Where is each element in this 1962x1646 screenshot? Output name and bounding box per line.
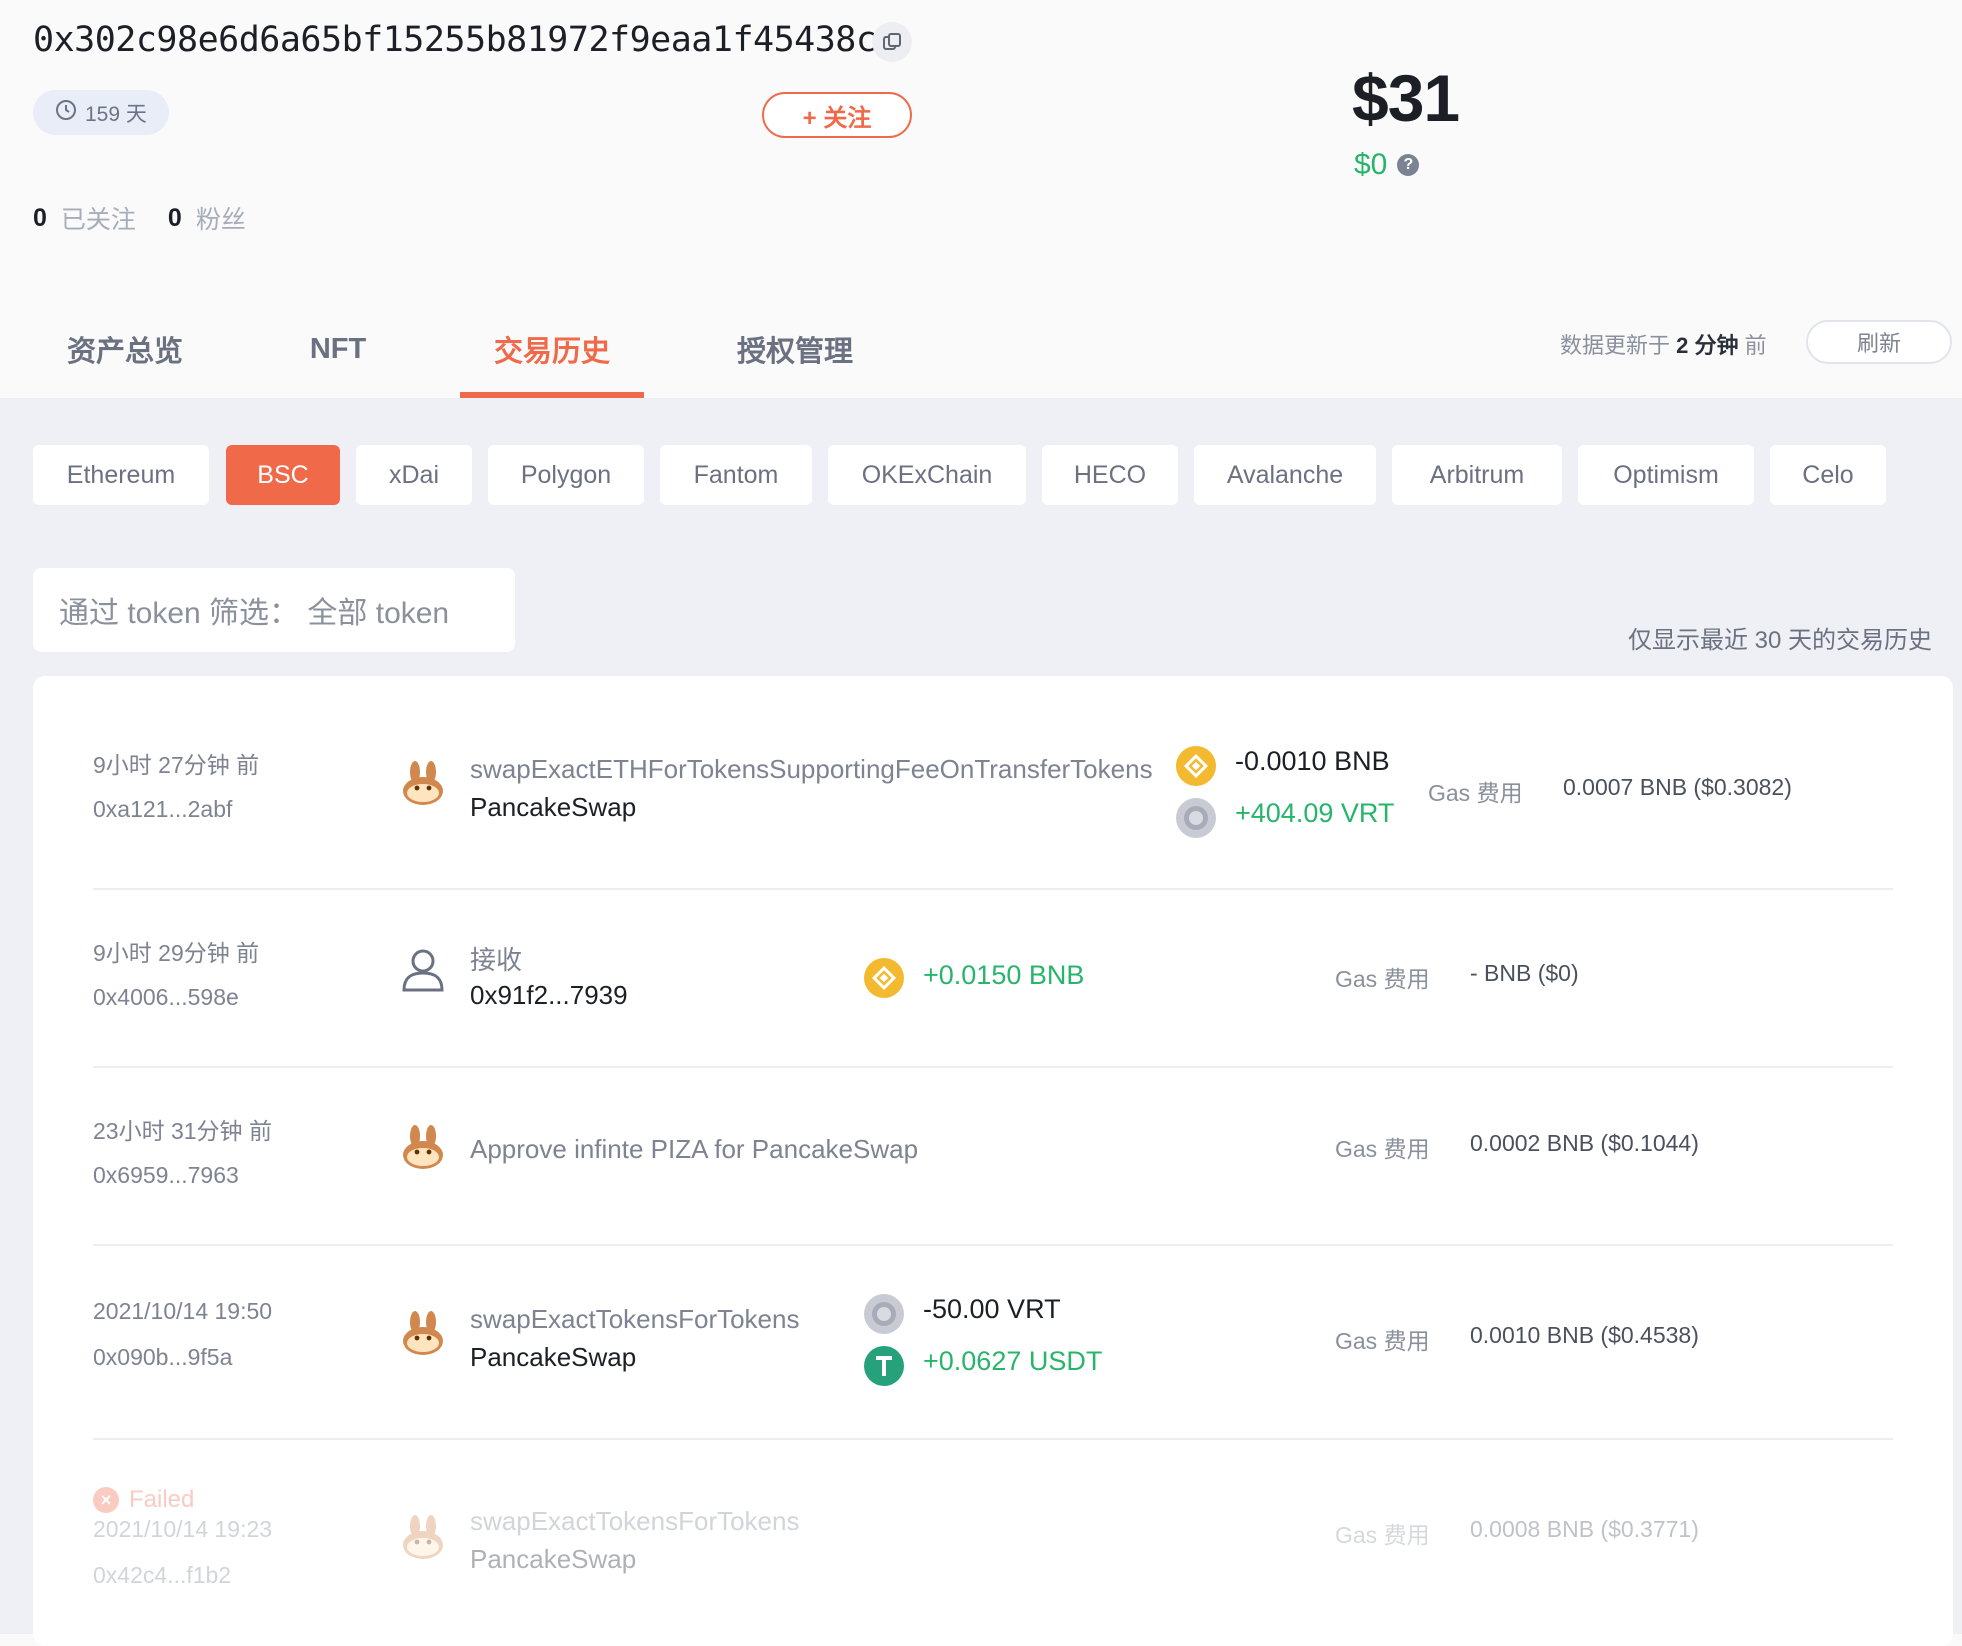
tx-hash[interactable]: 0x090b...9f5a	[93, 1344, 232, 1371]
last-updated-prefix: 数据更新于	[1560, 333, 1671, 358]
chain-fantom[interactable]: Fantom	[660, 445, 812, 505]
refresh-button[interactable]: 刷新	[1806, 320, 1952, 364]
pancakeswap-icon	[398, 1122, 448, 1172]
tx-time: 9小时 29分钟 前	[93, 940, 260, 966]
following-label[interactable]: 已关注	[61, 200, 136, 236]
tx-method: swapExactTokensForTokens	[470, 1304, 800, 1334]
wallet-age-badge: 159 天	[33, 90, 169, 135]
gas-value: - BNB ($0)	[1470, 960, 1579, 986]
wallet-age-text: 159 天	[85, 102, 147, 126]
tab-assets[interactable]: 资产总览	[62, 300, 188, 398]
tx-amount: +404.09 VRT	[1235, 798, 1395, 828]
tx-time: 23小时 31分钟 前	[93, 1118, 272, 1144]
chain-optimism[interactable]: Optimism	[1578, 445, 1754, 505]
follow-stats: 0 已关注 0 粉丝	[33, 200, 264, 236]
row-divider	[93, 1438, 1893, 1440]
tx-method: swapExactTokensForTokens	[470, 1506, 800, 1536]
gas-label: Gas 费用	[1335, 1328, 1430, 1354]
following-count[interactable]: 0	[33, 204, 47, 233]
gas-label: Gas 费用	[1428, 780, 1523, 806]
bnb-icon	[1176, 746, 1216, 786]
tx-status-text: Failed	[129, 1486, 195, 1513]
profile-header: 0x302c98e6d6a65bf15255b81972f9eaa1f45438…	[0, 0, 1962, 398]
row-divider	[93, 888, 1893, 890]
chain-heco[interactable]: HECO	[1042, 445, 1178, 505]
tab-approvals[interactable]: 授权管理	[730, 300, 860, 398]
error-icon: ×	[93, 1487, 119, 1513]
bnb-icon	[864, 958, 904, 998]
tx-amount: +0.0627 USDT	[923, 1346, 1103, 1376]
gas-label: Gas 费用	[1335, 1136, 1430, 1162]
chain-ethereum[interactable]: Ethereum	[33, 445, 209, 505]
tx-method: swapExactETHForTokensSupportingFeeOnTran…	[470, 754, 1153, 784]
history-range-note: 仅显示最近 30 天的交易历史	[1628, 627, 1933, 654]
tx-status-failed: × Failed	[93, 1486, 194, 1514]
last-updated-value: 2 分钟	[1676, 333, 1739, 358]
chain-arbitrum[interactable]: Arbitrum	[1392, 445, 1562, 505]
tx-amount: -0.0010 BNB	[1235, 746, 1390, 776]
tab-history[interactable]: 交易历史	[460, 300, 644, 398]
balance-change: $0 ?	[1354, 148, 1420, 182]
vrt-icon	[864, 1294, 904, 1334]
tx-time: 9小时 27分钟 前	[93, 752, 260, 778]
follow-button[interactable]: + 关注	[762, 92, 912, 138]
user-icon	[398, 944, 448, 994]
tx-hash[interactable]: 0x6959...7963	[93, 1162, 239, 1189]
token-filter[interactable]: 通过 token 筛选： 全部 token	[33, 568, 515, 652]
chain-okexchain[interactable]: OKExChain	[828, 445, 1026, 505]
row-divider	[93, 1066, 1893, 1068]
tx-protocol: PancakeSwap	[470, 792, 637, 822]
help-icon[interactable]: ?	[1397, 154, 1420, 176]
balance-change-value: $0	[1354, 148, 1388, 181]
transaction-list: 9小时 27分钟 前 0xa121...2abf swapExactETHFor…	[33, 676, 1953, 1646]
tx-protocol: PancakeSwap	[470, 1342, 637, 1372]
gas-value: 0.0008 BNB ($0.3771)	[1470, 1516, 1699, 1542]
row-divider	[93, 1244, 1893, 1246]
tx-amount: -50.00 VRT	[923, 1294, 1061, 1324]
tx-method: 接收	[470, 945, 523, 975]
pancakeswap-icon	[398, 1512, 448, 1562]
gas-value: 0.0007 BNB ($0.3082)	[1563, 774, 1792, 800]
gas-label: Gas 费用	[1335, 966, 1430, 992]
gas-value: 0.0010 BNB ($0.4538)	[1470, 1322, 1699, 1348]
tab-nft[interactable]: NFT	[300, 300, 376, 398]
tx-hash[interactable]: 0xa121...2abf	[93, 796, 232, 823]
gas-value: 0.0002 BNB ($0.1044)	[1470, 1130, 1699, 1156]
chain-bsc[interactable]: BSC	[226, 445, 340, 505]
tx-method: Approve infinte PIZA for PancakeSwap	[470, 1134, 919, 1164]
tx-protocol: PancakeSwap	[470, 1544, 637, 1574]
followers-label[interactable]: 粉丝	[196, 200, 246, 236]
chain-celo[interactable]: Celo	[1770, 445, 1886, 505]
chain-avalanche[interactable]: Avalanche	[1194, 445, 1376, 505]
tx-counterparty[interactable]: 0x91f2...7939	[470, 980, 628, 1011]
tx-time: 2021/10/14 19:23	[93, 1516, 273, 1542]
chain-polygon[interactable]: Polygon	[488, 445, 644, 505]
tx-hash[interactable]: 0x42c4...f1b2	[93, 1562, 231, 1589]
pancakeswap-icon	[398, 758, 448, 808]
gas-label: Gas 费用	[1335, 1522, 1430, 1548]
tx-amount: +0.0150 BNB	[923, 960, 1085, 990]
last-updated: 数据更新于 2 分钟 前	[1560, 328, 1767, 360]
tx-hash[interactable]: 0x4006...598e	[93, 984, 239, 1011]
followers-count[interactable]: 0	[168, 204, 182, 233]
last-updated-suffix: 前	[1744, 333, 1767, 358]
chain-xdai[interactable]: xDai	[356, 445, 472, 505]
pancakeswap-icon	[398, 1308, 448, 1358]
total-balance: $31	[1352, 61, 1460, 135]
copy-icon[interactable]	[872, 22, 912, 62]
clock-icon	[55, 99, 77, 127]
tx-time: 2021/10/14 19:50	[93, 1298, 273, 1324]
vrt-icon	[1176, 798, 1216, 838]
usdt-icon	[864, 1346, 904, 1386]
wallet-address: 0x302c98e6d6a65bf15255b81972f9eaa1f45438…	[33, 20, 898, 60]
